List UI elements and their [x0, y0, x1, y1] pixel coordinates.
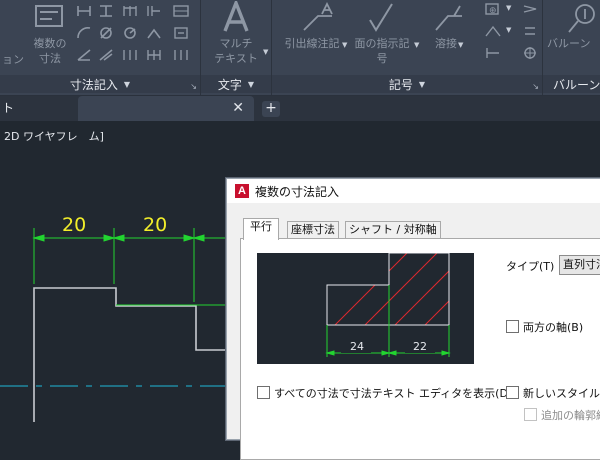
viewport-label[interactable]: 2D ワイヤフレ ム] — [4, 128, 104, 144]
multi-dimension-icon[interactable] — [34, 2, 64, 32]
multiline-text-icon[interactable] — [221, 1, 251, 35]
dim-update-icon[interactable] — [172, 48, 190, 62]
multiple-dimension-dialog: A 複数の寸法記入 平行 座標寸法 シャフト / 対称軸 24 22 タイプ(T… — [226, 178, 600, 460]
preview-image: 24 22 — [257, 253, 474, 364]
dimension-text-2: 20 — [143, 214, 167, 236]
dialog-launcher-icon[interactable]: ↘ — [190, 82, 197, 91]
edge-symbol-icon[interactable] — [484, 46, 502, 60]
aligned-dim-icon[interactable] — [98, 48, 114, 62]
checkbox-box[interactable] — [524, 408, 537, 421]
type-select[interactable]: 直列寸法 — [559, 255, 600, 275]
both-axes-checkbox[interactable]: 両方の軸(B) — [506, 319, 583, 335]
checkbox-box[interactable] — [257, 386, 270, 399]
balloon-button[interactable]: バルーン — [547, 36, 600, 51]
additional-contour-checkbox[interactable]: 追加の輪郭線 — [524, 407, 600, 423]
panel-text: マルチ テキスト ▼ 文字 ▼ — [201, 0, 272, 95]
dimension-text-1: 20 — [62, 214, 86, 236]
svg-text:⊕: ⊕ — [489, 6, 497, 16]
arc-dim-icon[interactable] — [76, 26, 92, 40]
panel-title-balloon[interactable]: バルーン — [543, 75, 600, 93]
diameter-icon[interactable] — [98, 26, 114, 40]
angle-dim-icon[interactable] — [76, 48, 92, 62]
document-tab-active[interactable]: ✕ — [78, 96, 254, 121]
panel-title-dimension[interactable]: 寸法記入 ▼ ↘ — [0, 75, 200, 93]
panel-balloon: バルーン バルーン — [543, 0, 600, 95]
leader-note-button[interactable]: 引出線注記 — [276, 36, 348, 51]
new-style-checkbox[interactable]: 新しいスタイルで — [506, 385, 600, 401]
part-outline — [33, 287, 240, 422]
add-tab-button[interactable]: + — [262, 101, 280, 117]
feature-control-icon[interactable] — [522, 24, 538, 38]
vertical-dim-icon[interactable] — [98, 4, 114, 18]
ribbon: ョン 複数の 寸法 寸法記入 ▼ ↘ マルチ テキスト ▼ 文字 ▼ 引出線注記… — [0, 0, 600, 96]
chevron-down-icon[interactable]: ▼ — [342, 41, 347, 49]
tab-content: 24 22 タイプ(T) 直列寸法 両方の軸(B) すべての寸法で寸法テキスト … — [240, 238, 600, 460]
chevron-down-icon[interactable]: ▼ — [263, 48, 268, 56]
chevron-down-icon[interactable]: ▼ — [248, 80, 254, 89]
multiline-text-button[interactable]: マルチ テキスト — [205, 36, 267, 66]
datum-target-icon[interactable] — [484, 24, 502, 38]
show-text-editor-checkbox[interactable]: すべての寸法で寸法テキスト エディタを表示(D) — [257, 385, 512, 401]
multi-dimension-button[interactable]: 複数の 寸法 — [28, 36, 72, 66]
jog-icon[interactable] — [146, 26, 162, 40]
panel-dimension: ョン 複数の 寸法 寸法記入 ▼ ↘ — [0, 0, 201, 95]
close-icon[interactable]: ✕ — [232, 96, 244, 121]
dialog-launcher-icon[interactable]: ↘ — [532, 82, 539, 91]
chevron-down-icon[interactable]: ▼ — [506, 26, 511, 34]
chevron-down-icon[interactable]: ▼ — [419, 80, 425, 89]
center-mark-icon[interactable] — [522, 46, 538, 60]
ribbon-cut-label: ョン — [2, 53, 24, 66]
dialog-titlebar[interactable]: A 複数の寸法記入 — [227, 179, 600, 203]
chevron-down-icon[interactable]: ▼ — [458, 41, 463, 49]
tab-ordinate[interactable]: 座標寸法 — [287, 221, 339, 239]
chevron-down-icon[interactable]: ▼ — [414, 41, 419, 49]
surface-texture-button[interactable]: 面の指示記 号 — [348, 36, 416, 66]
leader-note-icon[interactable] — [300, 2, 336, 34]
dimension-line-2 — [112, 234, 230, 242]
chevron-down-icon[interactable]: ▼ — [124, 80, 130, 89]
document-tab[interactable]: ト — [0, 96, 78, 121]
weld-icon[interactable] — [432, 2, 468, 34]
tab-parallel[interactable]: 平行 — [243, 218, 279, 240]
ordinate-icon[interactable] — [146, 4, 162, 18]
panel-title-text[interactable]: 文字 ▼ — [201, 75, 271, 93]
balloon-icon[interactable] — [565, 2, 597, 34]
document-tab-bar: ト ✕ + — [0, 96, 600, 121]
checkbox-box[interactable] — [506, 320, 519, 333]
type-label: タイプ(T) — [506, 260, 555, 273]
chain-dim-icon[interactable] — [146, 48, 162, 62]
continue-dim-icon[interactable] — [122, 48, 138, 62]
baseline-dim-icon[interactable] — [122, 4, 138, 18]
chevron-down-icon[interactable]: ▼ — [506, 4, 511, 12]
panel-symbol: 引出線注記 ▼ 面の指示記 号 ▼ 溶接 ▼ ⊕ ▼ ▼ 記号 ▼ ↘ — [272, 0, 543, 95]
linear-dim-icon[interactable] — [76, 4, 92, 18]
app-logo-icon: A — [235, 184, 249, 198]
preview-dimension-text-1: 24 — [350, 340, 364, 353]
radius-icon[interactable] — [122, 26, 138, 40]
taper-icon[interactable] — [522, 2, 538, 16]
checkbox-box[interactable] — [506, 386, 519, 399]
dim-style-icon[interactable] — [172, 26, 190, 40]
dialog-title: 複数の寸法記入 — [255, 185, 340, 199]
preview-dimension-text-2: 22 — [413, 340, 427, 353]
extension-lines — [33, 228, 240, 306]
panel-title-symbol[interactable]: 記号 ▼ ↘ — [272, 75, 542, 93]
tab-shaft-symmetry[interactable]: シャフト / 対称軸 — [345, 221, 441, 239]
surface-texture-icon[interactable] — [364, 2, 400, 34]
datum-icon[interactable]: ⊕ — [484, 2, 502, 16]
table-icon[interactable] — [172, 4, 190, 18]
